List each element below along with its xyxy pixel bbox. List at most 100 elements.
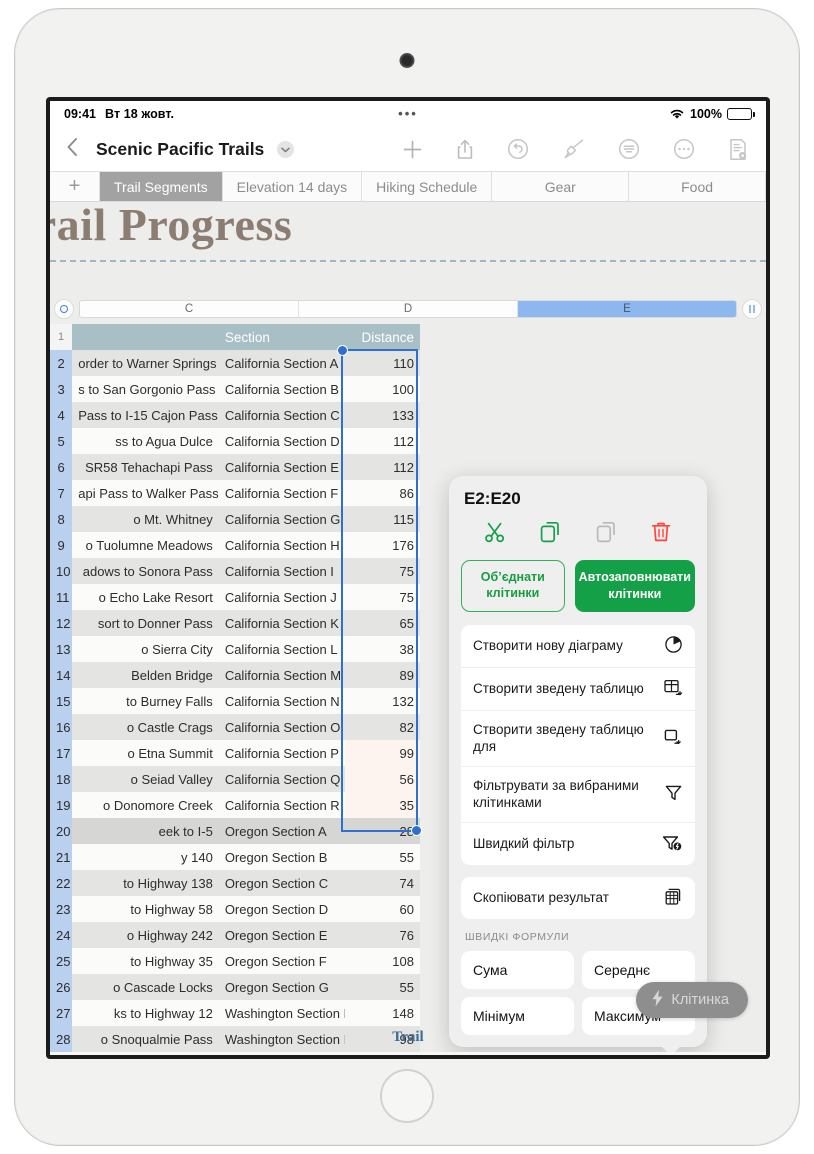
cell-section[interactable]: California Section Q <box>218 766 346 792</box>
delete-icon[interactable] <box>649 520 673 547</box>
cell-trail[interactable]: o Echo Lake Resort <box>72 584 219 610</box>
cell-distance[interactable]: 55 <box>345 844 420 870</box>
row-number[interactable]: 9 <box>50 532 73 558</box>
cell-trail[interactable]: o Castle Crags <box>72 714 219 740</box>
cell-trail[interactable]: order to Warner Springs <box>72 350 219 376</box>
cell-distance[interactable]: 110 <box>345 350 420 376</box>
row-number[interactable]: 7 <box>50 480 73 506</box>
tab-trail-segments[interactable]: Trail Segments <box>100 172 223 201</box>
cell-section[interactable]: Oregon Section D <box>218 896 346 922</box>
cell-trail[interactable]: Pass to I-15 Cajon Pass <box>72 402 219 428</box>
cell-section[interactable]: Washington Section I <box>218 1026 346 1052</box>
cell-section[interactable]: Oregon Section E <box>218 922 346 948</box>
tab-gear[interactable]: Gear <box>492 172 630 201</box>
add-sheet-button[interactable]: + <box>50 172 100 201</box>
table-row[interactable]: 15 to Burney Falls California Section N 13… <box>50 688 420 714</box>
chevron-down-icon[interactable] <box>277 141 295 158</box>
row-number-header[interactable]: 1 <box>50 324 73 350</box>
row-number[interactable]: 23 <box>50 896 73 922</box>
cell-section[interactable]: California Section C <box>218 402 346 428</box>
table-row[interactable]: 26 o Cascade Locks Oregon Section G 55 <box>50 974 420 1000</box>
row-number[interactable]: 5 <box>50 428 73 454</box>
menu-item-quick-filter[interactable]: Швидкий фільтр <box>461 823 695 865</box>
cell-distance[interactable]: 82 <box>345 714 420 740</box>
table-row[interactable]: 19 o Donomore Creek California Section R 35 <box>50 792 420 818</box>
cell-distance[interactable]: 35 <box>345 792 420 818</box>
plus-icon[interactable] <box>402 139 423 160</box>
row-number[interactable]: 11 <box>50 584 73 610</box>
cell-trail[interactable]: Belden Bridge <box>72 662 219 688</box>
cell-distance[interactable]: 176 <box>345 532 420 558</box>
document-view-icon[interactable] <box>728 138 748 161</box>
cell-trail[interactable]: o Cascade Locks <box>72 974 219 1000</box>
paintbrush-icon[interactable] <box>562 138 585 160</box>
cell-trail[interactable]: y 140 <box>72 844 219 870</box>
cell-trail[interactable]: SR58 Tehachapi Pass <box>72 454 219 480</box>
row-number[interactable]: 16 <box>50 714 73 740</box>
cell-section[interactable]: California Section N <box>218 688 346 714</box>
cell-distance[interactable]: 38 <box>345 636 420 662</box>
cell-trail[interactable]: eek to I-5 <box>72 818 219 844</box>
cell-section[interactable]: Oregon Section A <box>218 818 346 844</box>
row-number[interactable]: 22 <box>50 870 73 896</box>
cell-distance[interactable]: 112 <box>345 428 420 454</box>
cell-section[interactable]: California Section M <box>218 662 346 688</box>
row-number[interactable]: 27 <box>50 1000 73 1026</box>
table-row[interactable]: 13 o Sierra City California Section L 38 <box>50 636 420 662</box>
table-row[interactable]: 27 ks to Highway 12 Washington Section H 14… <box>50 1000 420 1026</box>
copy-icon[interactable] <box>538 520 562 547</box>
cell-trail[interactable]: to Highway 35 <box>72 948 219 974</box>
cell-distance[interactable]: 132 <box>345 688 420 714</box>
cell-trail[interactable]: ks to Highway 12 <box>72 1000 219 1026</box>
text-format-icon[interactable] <box>618 138 640 160</box>
table-row[interactable]: 23 to Highway 58 Oregon Section D 60 <box>50 896 420 922</box>
row-number[interactable]: 21 <box>50 844 73 870</box>
row-number[interactable]: 13 <box>50 636 73 662</box>
cell-distance[interactable]: 148 <box>345 1000 420 1026</box>
row-number[interactable]: 17 <box>50 740 73 766</box>
cell-section[interactable]: California Section I <box>218 558 346 584</box>
row-number[interactable]: 10 <box>50 558 73 584</box>
row-number[interactable]: 26 <box>50 974 73 1000</box>
cell-trail[interactable]: to Highway 138 <box>72 870 219 896</box>
table-row[interactable]: 25 to Highway 35 Oregon Section F 108 <box>50 948 420 974</box>
cell-trail[interactable]: to Burney Falls <box>72 688 219 714</box>
cell-section[interactable]: California Section D <box>218 428 346 454</box>
cell-distance[interactable]: 76 <box>345 922 420 948</box>
cell-section[interactable]: California Section A <box>218 350 346 376</box>
share-icon[interactable] <box>456 139 474 160</box>
row-number[interactable]: 15 <box>50 688 73 714</box>
cell-trail[interactable]: api Pass to Walker Pass <box>72 480 219 506</box>
menu-item-create-chart[interactable]: Створити нову діаграму <box>461 625 695 668</box>
table-row[interactable]: 10 adows to Sonora Pass California Section… <box>50 558 420 584</box>
page-title[interactable]: Scenic Pacific Trails <box>96 139 295 160</box>
formula-min-button[interactable]: Мінімум <box>461 996 574 1035</box>
cell-trail[interactable]: o Tuolumne Meadows <box>72 532 219 558</box>
column-header-e[interactable]: E <box>518 301 736 317</box>
pause-handle-icon[interactable] <box>742 299 762 319</box>
cell-trail[interactable]: o Seiad Valley <box>72 766 219 792</box>
table-row[interactable]: 2 order to Warner Springs California Secti… <box>50 350 420 376</box>
cell-distance[interactable]: 55 <box>345 974 420 1000</box>
column-header-d[interactable]: D <box>299 301 518 317</box>
cell-distance[interactable]: 75 <box>345 584 420 610</box>
cell-distance[interactable]: 65 <box>345 610 420 636</box>
table-row[interactable]: 24 o Highway 242 Oregon Section E 76 <box>50 922 420 948</box>
table-row[interactable]: 20 eek to I-5 Oregon Section A 28 <box>50 818 420 844</box>
row-number[interactable]: 19 <box>50 792 73 818</box>
table-row[interactable]: 12 sort to Donner Pass California Section … <box>50 610 420 636</box>
cell-trail[interactable]: adows to Sonora Pass <box>72 558 219 584</box>
cell-section[interactable]: Oregon Section C <box>218 870 346 896</box>
row-number[interactable]: 14 <box>50 662 73 688</box>
cell-distance[interactable]: 108 <box>345 948 420 974</box>
cell-section[interactable]: California Section H <box>218 532 346 558</box>
back-button[interactable] <box>66 137 92 161</box>
cell-trail[interactable]: o Snoqualmie Pass <box>72 1026 219 1052</box>
cell-section[interactable]: California Section E <box>218 454 346 480</box>
cell-section[interactable]: California Section F <box>218 480 346 506</box>
cell-distance[interactable]: 60 <box>345 896 420 922</box>
menu-item-create-pivot-table-for[interactable]: Створити зведену таблицю для <box>461 711 695 767</box>
table-row[interactable]: 16 o Castle Crags California Section O 82 <box>50 714 420 740</box>
menu-item-copy-result[interactable]: Скопіювати результат <box>461 877 695 919</box>
row-number[interactable]: 3 <box>50 376 73 402</box>
